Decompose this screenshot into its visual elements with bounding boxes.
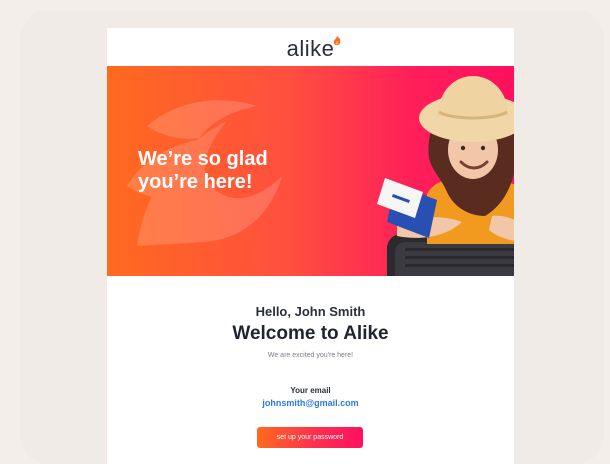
email-header: alike [107,28,514,66]
greeting: Hello, John Smith [255,304,366,319]
welcome-subtitle: We are excited you're here! [267,352,354,359]
welcome-title: Welcome to Alike [232,323,389,344]
traveler-photo [377,76,514,276]
email-preview: alike We’re so glad you’re here! Hello, … [107,28,514,464]
email-label: Your email [290,386,331,395]
page-background: alike We’re so glad you’re here! Hello, … [0,0,610,464]
set-up-password-button[interactable]: set up your password [257,427,363,448]
email-content: Hello, John Smith Welcome to Alike We ar… [107,276,514,464]
flame-icon [333,36,341,46]
email-address-link[interactable]: johnsmith@gmail.com [107,398,514,408]
brand-logo: alike [286,36,335,61]
hero-banner: We’re so glad you’re here! [107,66,514,276]
